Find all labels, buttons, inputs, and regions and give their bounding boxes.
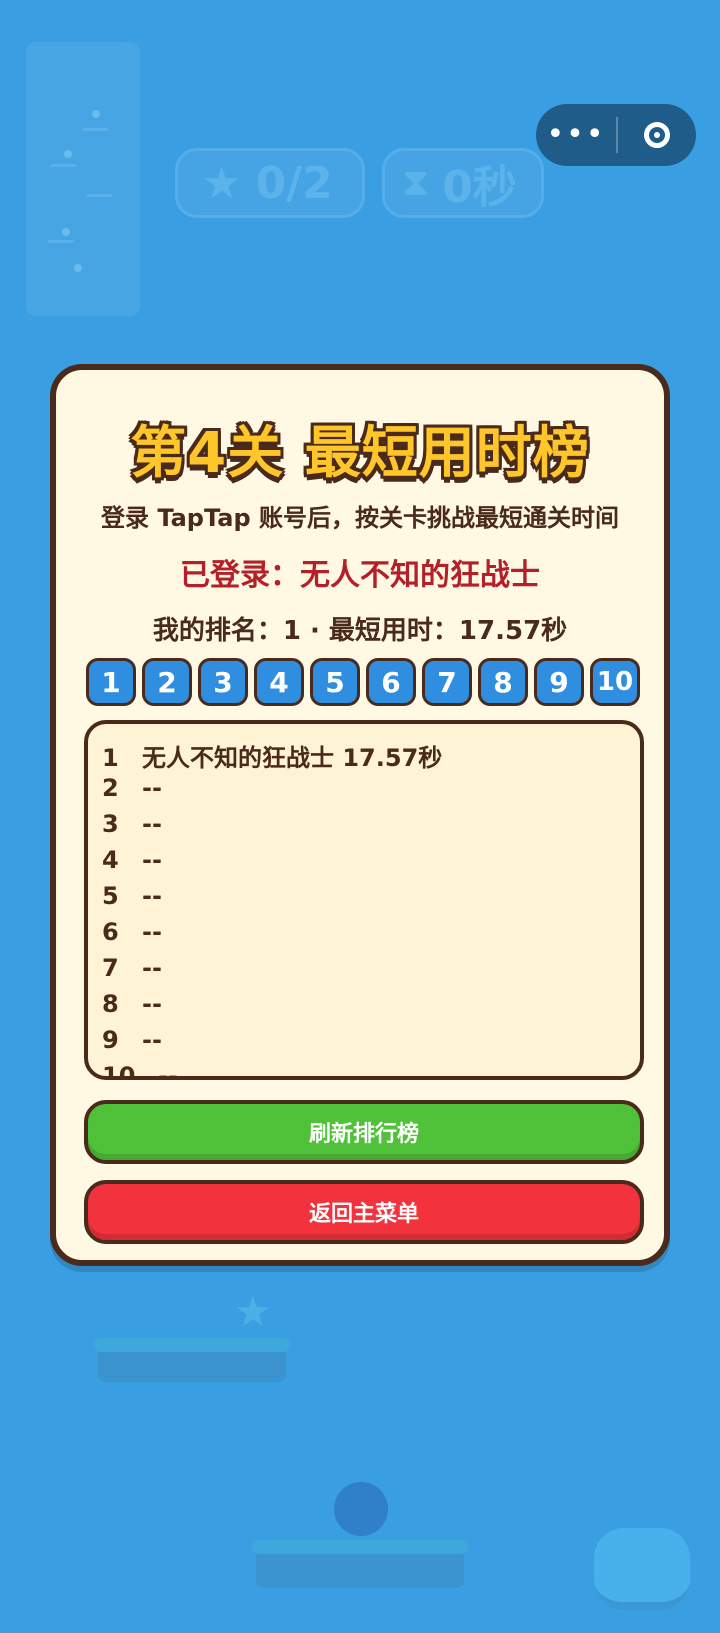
rank-entry: -- bbox=[142, 810, 162, 838]
minimap-platform bbox=[50, 164, 76, 167]
minimap-player bbox=[74, 264, 82, 272]
hourglass-icon: ⧗ bbox=[403, 162, 429, 203]
level-button-1[interactable]: 1 bbox=[86, 658, 136, 706]
rank-number: 10 bbox=[102, 1062, 136, 1080]
minimap-dot bbox=[64, 150, 72, 158]
rank-number: 6 bbox=[102, 918, 119, 946]
rank-entry: -- bbox=[142, 846, 162, 874]
back-to-menu-button[interactable]: 返回主菜单 bbox=[84, 1180, 644, 1244]
bg-platform bbox=[94, 1338, 290, 1382]
minimap-dot bbox=[92, 110, 100, 118]
panel-title: 第4关 最短用时榜 bbox=[130, 421, 590, 486]
list-item: 10 -- bbox=[102, 1062, 178, 1080]
level-button-4[interactable]: 4 bbox=[254, 658, 304, 706]
close-button[interactable] bbox=[618, 122, 696, 148]
timer-counter: ⧗ 0秒 bbox=[382, 148, 544, 218]
more-dots-icon[interactable]: ••• bbox=[536, 104, 616, 166]
panel-subtitle: 登录 TapTap 账号后，按关卡挑战最短通关时间 bbox=[100, 504, 619, 532]
rank-number: 9 bbox=[102, 1026, 119, 1054]
rank-entry: 无人不知的狂战士 17.57秒 bbox=[142, 744, 443, 772]
stars-counter: ★ 0/2 bbox=[175, 148, 365, 218]
rank-number: 2 bbox=[102, 774, 119, 802]
level-button-2[interactable]: 2 bbox=[142, 658, 192, 706]
rank-entry: -- bbox=[142, 954, 162, 982]
rank-entry: -- bbox=[142, 774, 162, 802]
list-item: 5 -- bbox=[102, 882, 162, 910]
list-item: 9 -- bbox=[102, 1026, 162, 1054]
rank-entry: -- bbox=[142, 882, 162, 910]
miniprogram-capsule: ••• bbox=[536, 104, 696, 166]
leaderboard-panel: 第4关 最短用时榜 登录 TapTap 账号后，按关卡挑战最短通关时间 已登录：… bbox=[50, 364, 670, 1266]
rank-number: 4 bbox=[102, 846, 119, 874]
bg-jump-button bbox=[594, 1528, 690, 1610]
star-icon: ★ bbox=[202, 157, 242, 209]
level-button-5[interactable]: 5 bbox=[310, 658, 360, 706]
list-item: 8 -- bbox=[102, 990, 162, 1018]
level-button-10[interactable]: 10 bbox=[590, 658, 640, 706]
target-circle-icon bbox=[644, 122, 670, 148]
rank-number: 8 bbox=[102, 990, 119, 1018]
level-button-7[interactable]: 7 bbox=[422, 658, 472, 706]
list-item: 4 -- bbox=[102, 846, 162, 874]
list-item: 3 -- bbox=[102, 810, 162, 838]
bg-platform bbox=[252, 1540, 468, 1588]
rank-entry: -- bbox=[142, 918, 162, 946]
level-button-6[interactable]: 6 bbox=[366, 658, 416, 706]
rank-entry: -- bbox=[158, 1062, 178, 1080]
minimap-platform bbox=[82, 128, 108, 131]
minimap-dot bbox=[62, 228, 70, 236]
refresh-leaderboard-button[interactable]: 刷新排行榜 bbox=[84, 1100, 644, 1164]
level-selector: 1 2 3 4 5 6 7 8 9 10 bbox=[86, 658, 640, 706]
rank-entry: -- bbox=[142, 1026, 162, 1054]
minimap-platform bbox=[86, 194, 112, 197]
minimap-platform bbox=[48, 240, 74, 243]
bg-ball-icon bbox=[334, 1482, 388, 1536]
stars-value: 0/2 bbox=[255, 157, 333, 209]
timer-value: 0秒 bbox=[442, 162, 517, 213]
list-item: 1 无人不知的狂战士 17.57秒 bbox=[102, 738, 442, 773]
rank-number: 3 bbox=[102, 810, 119, 838]
my-rank: 我的排名：1 · 最短用时：17.57秒 bbox=[152, 616, 568, 646]
login-status: 已登录：无人不知的狂战士 bbox=[180, 558, 540, 593]
level-button-9[interactable]: 9 bbox=[534, 658, 584, 706]
rank-entry: -- bbox=[142, 990, 162, 1018]
rank-number: 5 bbox=[102, 882, 119, 910]
list-item: 6 -- bbox=[102, 918, 162, 946]
list-item: 7 -- bbox=[102, 954, 162, 982]
level-button-8[interactable]: 8 bbox=[478, 658, 528, 706]
rank-number: 1 bbox=[102, 744, 119, 772]
list-item: 2 -- bbox=[102, 774, 162, 802]
rank-number: 7 bbox=[102, 954, 119, 982]
bg-star-icon: ★ bbox=[234, 1287, 272, 1336]
level-button-3[interactable]: 3 bbox=[198, 658, 248, 706]
level-minimap bbox=[26, 42, 140, 316]
leaderboard-list[interactable]: 1 无人不知的狂战士 17.57秒 2 -- 3 -- 4 -- 5 -- 6 -- 7 --… bbox=[84, 720, 644, 1080]
